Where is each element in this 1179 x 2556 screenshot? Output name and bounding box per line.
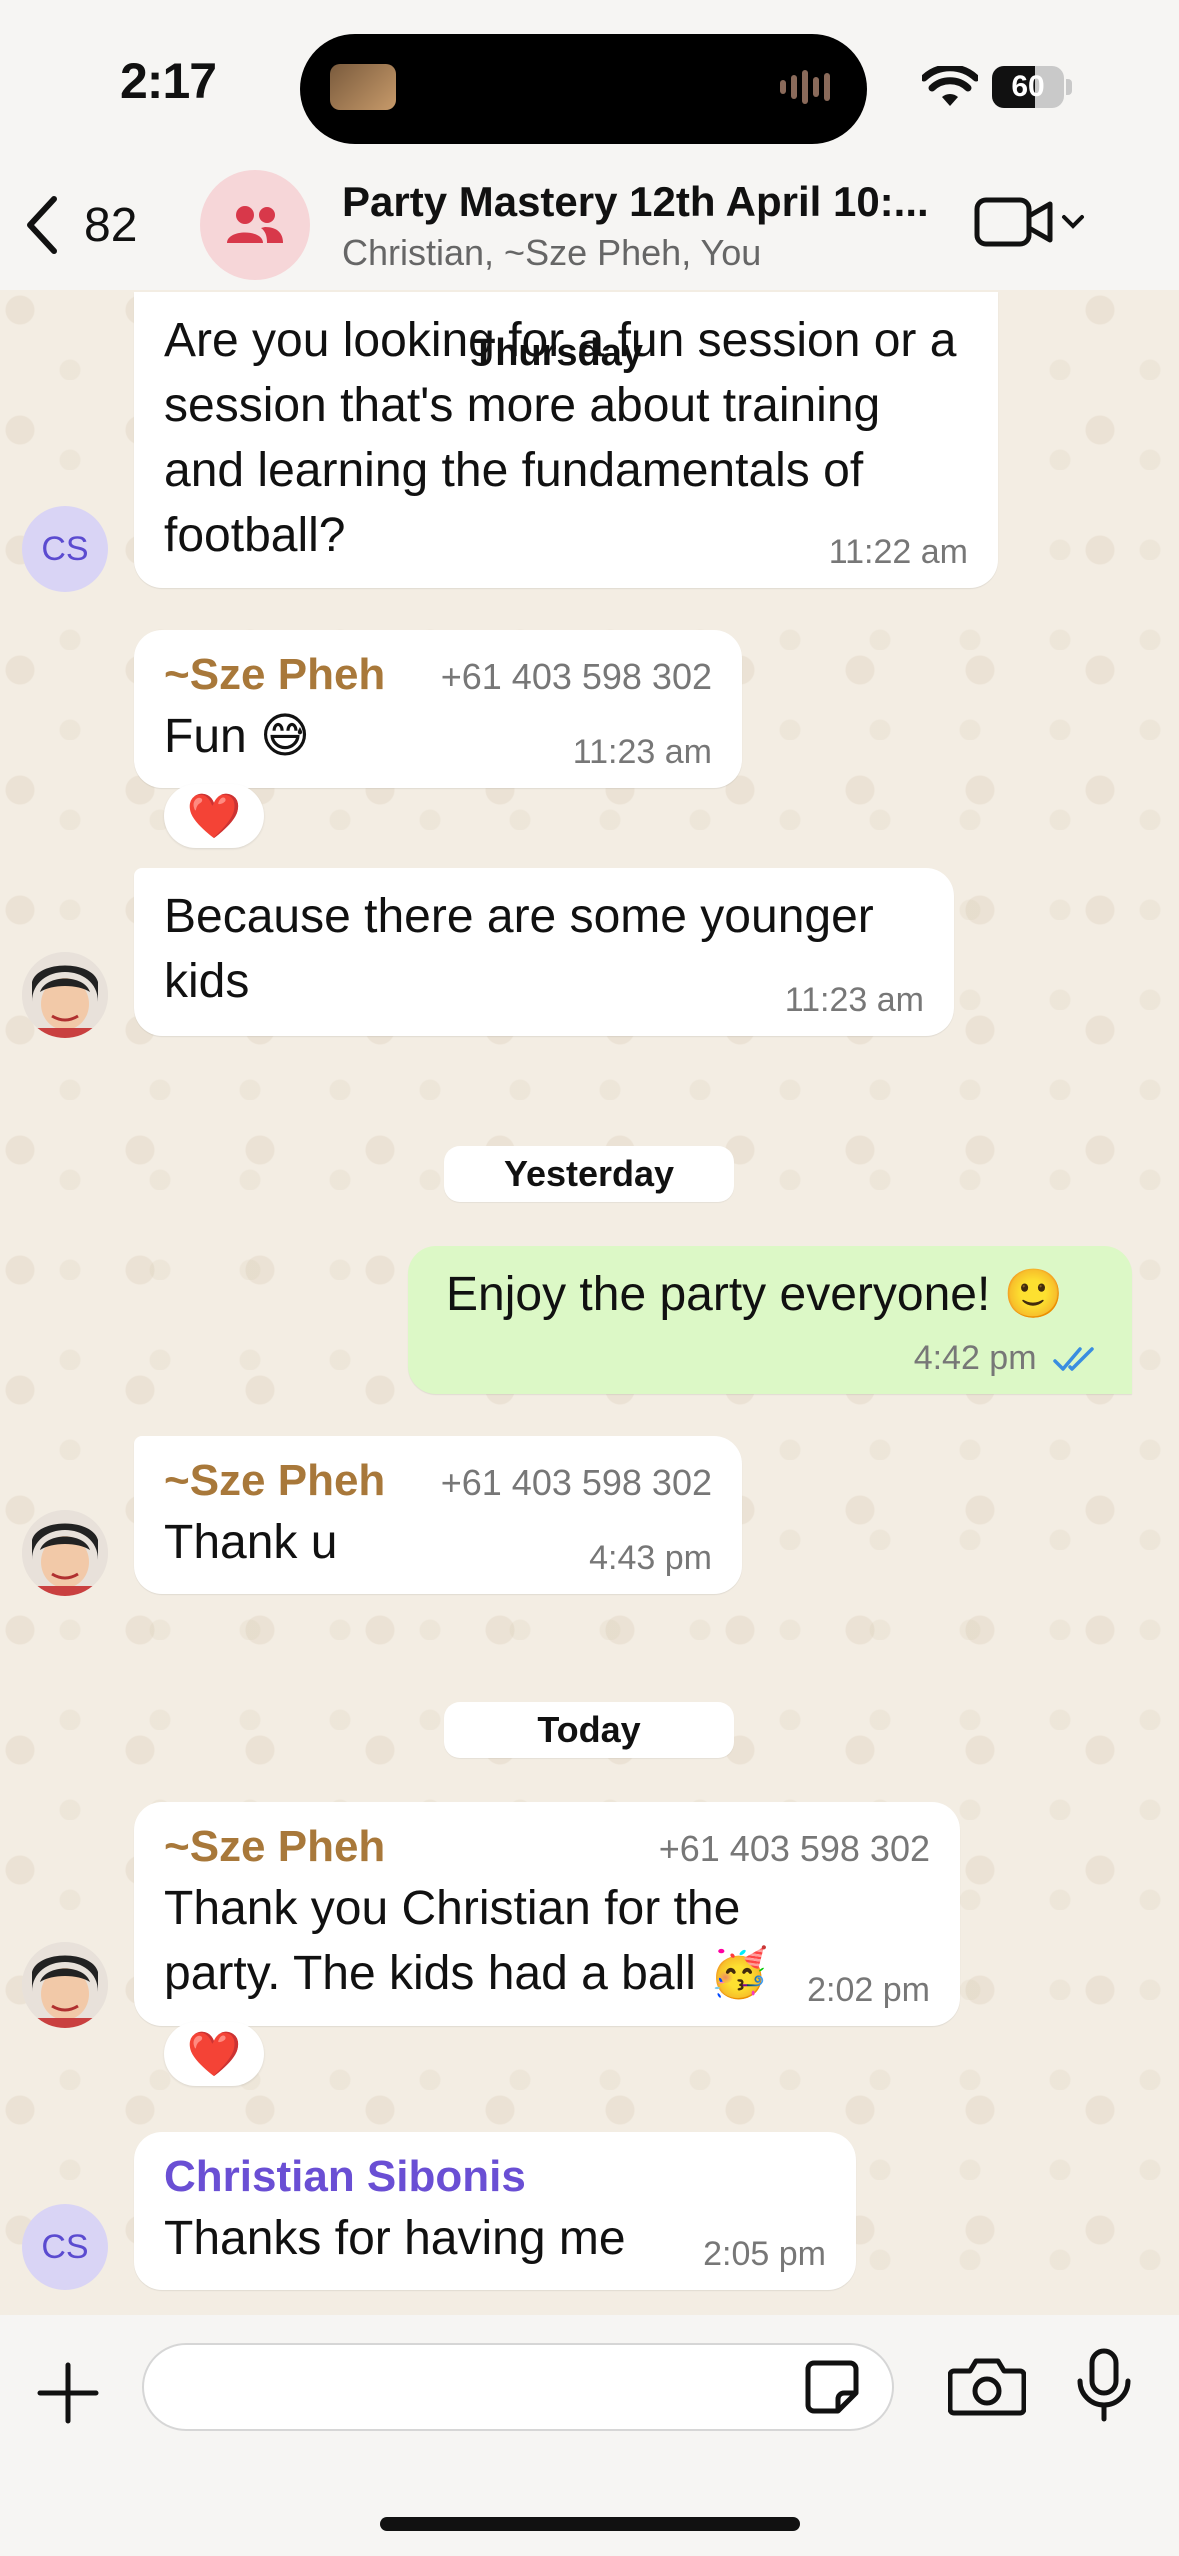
back-button[interactable]: 82 (20, 190, 137, 260)
message-time: 4:43 pm (589, 1539, 712, 1577)
message-bubble[interactable]: Christian Sibonis Thanks for having me 2… (134, 2132, 856, 2290)
chat-header: 82 Party Mastery 12th April 10:... Chris… (0, 150, 1179, 290)
avatar[interactable] (22, 1942, 108, 2028)
floating-date-header: Thursday (472, 332, 644, 374)
camera-icon (947, 2358, 1027, 2416)
message-time: 11:23 am (784, 981, 924, 1019)
wifi-icon (922, 66, 978, 106)
sender-name[interactable]: ~Sze Pheh (164, 1818, 385, 1876)
heart-reaction-icon: ❤️ (186, 2029, 242, 2080)
status-time: 2:17 (120, 53, 217, 109)
home-indicator (380, 2517, 800, 2531)
audio-wave-icon (780, 70, 836, 104)
message-time: 4:42 pm (914, 1339, 1102, 1378)
sticker-button[interactable] (802, 2357, 862, 2422)
child-photo-icon (22, 952, 108, 1038)
reaction-badge[interactable]: ❤️ (164, 2022, 264, 2086)
chat-title[interactable]: Party Mastery 12th April 10:... (342, 178, 942, 226)
camera-button[interactable] (947, 2355, 1027, 2422)
message-time: 2:02 pm (807, 1971, 930, 2009)
sender-phone: +61 403 598 302 (440, 1462, 712, 1503)
group-avatar[interactable] (200, 170, 310, 280)
battery-indicator: 60 (992, 66, 1072, 108)
sender-phone: +61 403 598 302 (440, 656, 712, 697)
avatar[interactable] (22, 1510, 108, 1596)
video-call-button[interactable] (974, 194, 1088, 250)
message-text: Enjoy the party everyone! 🙂 (446, 1268, 1064, 1321)
attach-button[interactable] (36, 2361, 100, 2430)
plus-icon (37, 2362, 99, 2424)
read-receipt-icon (1053, 1347, 1094, 1371)
voice-message-button[interactable] (1074, 2347, 1134, 2428)
child-photo-icon (22, 1942, 108, 2028)
message-bubble[interactable]: Because there are some younger kids 11:2… (134, 868, 954, 1036)
message-bubble[interactable]: ~Sze Pheh +61 403 598 302 Thank u 4:43 p… (134, 1436, 742, 1594)
child-photo-icon (22, 1510, 108, 1596)
message-time: 2:05 pm (703, 2235, 826, 2273)
chat-participants[interactable]: Christian, ~Sze Pheh, You (342, 232, 761, 274)
message-bubble[interactable]: ~Sze Pheh +61 403 598 302 Thank you Chri… (134, 1802, 960, 2026)
avatar[interactable]: CS (22, 506, 108, 592)
status-bar: 2:17 60 (0, 0, 1179, 170)
sender-phone: +61 403 598 302 (658, 1828, 930, 1869)
reaction-badge[interactable]: ❤️ (164, 784, 264, 848)
battery-percent: 60 (1011, 70, 1045, 103)
message-bubble-outgoing[interactable]: Enjoy the party everyone! 🙂 4:42 pm (408, 1246, 1132, 1394)
now-playing-thumbnail (330, 64, 396, 110)
message-bubble[interactable]: ~Sze Pheh +61 403 598 302 Fun 😅 11:23 am (134, 630, 742, 788)
microphone-icon (1077, 2348, 1131, 2422)
message-input[interactable] (142, 2343, 894, 2431)
date-separator: Yesterday (444, 1146, 734, 1202)
date-separator: Today (444, 1702, 734, 1758)
chevron-left-icon (27, 196, 57, 254)
group-icon (227, 206, 283, 243)
message-time: 11:23 am (572, 733, 712, 771)
unread-count: 82 (84, 198, 138, 252)
chevron-down-icon (1062, 215, 1084, 229)
sender-name[interactable]: Christian Sibonis (164, 2148, 826, 2206)
avatar[interactable]: CS (22, 2204, 108, 2290)
sticker-icon (805, 2360, 859, 2414)
sender-name[interactable]: ~Sze Pheh (164, 646, 385, 704)
message-input-bar (0, 2315, 1179, 2556)
video-camera-icon (974, 197, 1053, 247)
sender-name[interactable]: ~Sze Pheh (164, 1452, 385, 1510)
heart-reaction-icon: ❤️ (186, 791, 242, 842)
avatar[interactable] (22, 952, 108, 1038)
message-time: 11:22 am (828, 533, 968, 571)
